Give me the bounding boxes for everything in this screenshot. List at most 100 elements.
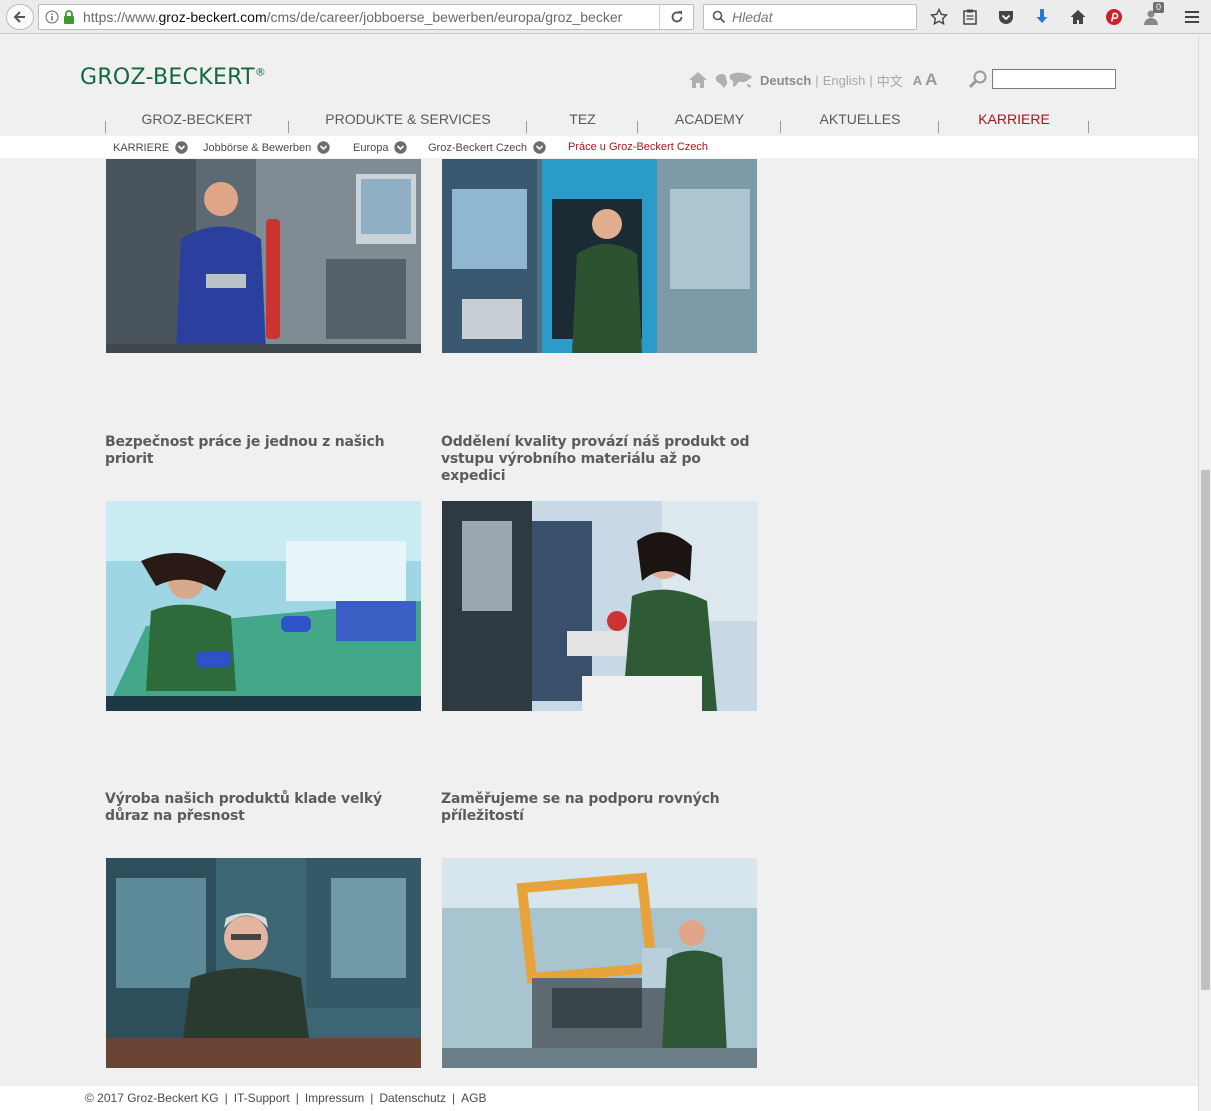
nav-item-aktuelles[interactable]: AKTUELLES bbox=[781, 111, 939, 133]
gallery-caption: Oddělení kvality provází náš produkt od … bbox=[441, 434, 750, 484]
nav-item-groz-beckert[interactable]: GROZ-BECKERT bbox=[105, 111, 289, 133]
gallery-photo-machinist[interactable] bbox=[106, 159, 421, 353]
breadcrumb-item-current[interactable]: Práce u Groz-Beckert Czech bbox=[568, 141, 708, 153]
breadcrumb-item-jobboerse[interactable]: Jobbörse & Bewerben bbox=[203, 141, 330, 154]
notification-badge: 0 bbox=[1152, 2, 1164, 13]
gallery-photo-quality[interactable] bbox=[442, 501, 757, 711]
breadcrumb-item-karriere[interactable]: KARRIERE bbox=[113, 141, 188, 154]
back-button[interactable] bbox=[6, 4, 34, 30]
scrollbar-thumb[interactable] bbox=[1201, 470, 1210, 990]
logo-text: GROZ-BECKERT bbox=[80, 65, 255, 90]
home-button[interactable] bbox=[1067, 6, 1089, 28]
page-footer: © 2017 Groz-Beckert KG | IT-Support | Impres… bbox=[0, 1086, 1198, 1111]
breadcrumb-item-europa[interactable]: Europa bbox=[353, 141, 408, 154]
page-scrollbar[interactable] bbox=[1198, 35, 1211, 1111]
nav-label: AKTUELLES bbox=[819, 111, 901, 127]
back-arrow-icon bbox=[13, 11, 25, 23]
footer-link-it-support[interactable]: IT-Support bbox=[234, 1091, 290, 1105]
browser-toolbar: https://www.groz-beckert.com/cms/de/care… bbox=[0, 0, 1211, 34]
font-larger-button[interactable]: A bbox=[925, 70, 937, 89]
browser-search-input[interactable]: Hledat bbox=[703, 4, 917, 30]
gallery-photo-operator[interactable] bbox=[442, 159, 757, 353]
footer-link-impressum[interactable]: Impressum bbox=[305, 1091, 364, 1105]
photo-image bbox=[442, 858, 757, 1068]
breadcrumb-label: Jobbörse & Bewerben bbox=[203, 141, 312, 154]
site-logo[interactable]: GROZ-BECKERT® bbox=[80, 65, 266, 90]
star-icon bbox=[930, 8, 948, 26]
chevron-down-icon[interactable] bbox=[317, 141, 330, 154]
url-text: https://www.groz-beckert.com/cms/de/care… bbox=[83, 9, 623, 25]
world-map-icon[interactable] bbox=[714, 71, 754, 89]
nav-divider bbox=[1088, 121, 1089, 133]
logo-registered-mark: ® bbox=[254, 65, 267, 79]
magnifier-icon[interactable] bbox=[968, 69, 988, 89]
pinterest-icon bbox=[1106, 9, 1122, 25]
nav-label: TEZ bbox=[569, 111, 596, 127]
reload-button[interactable] bbox=[659, 5, 693, 29]
footer-link-datenschutz[interactable]: Datenschutz bbox=[379, 1091, 446, 1105]
site-search bbox=[968, 69, 1116, 89]
download-arrow-icon bbox=[1036, 9, 1048, 23]
gallery-photo-equality[interactable] bbox=[442, 858, 757, 1068]
extension-button[interactable]: 0 bbox=[1140, 2, 1164, 28]
language-bar: Deutsch | English | 中文 AA bbox=[688, 70, 937, 90]
breadcrumb: KARRIERE Jobbörse & Bewerben Europa Groz… bbox=[0, 136, 1198, 158]
breadcrumb-label: Europa bbox=[353, 141, 389, 154]
search-icon bbox=[712, 10, 726, 24]
pocket-button[interactable] bbox=[995, 6, 1017, 28]
language-chinese[interactable]: 中文 bbox=[877, 71, 903, 90]
downloads-button[interactable] bbox=[1031, 6, 1053, 28]
language-english[interactable]: English bbox=[823, 73, 866, 88]
reading-list-button[interactable] bbox=[959, 6, 981, 28]
breadcrumb-item-groz-beckert-czech[interactable]: Groz-Beckert Czech bbox=[428, 141, 546, 154]
chevron-down-icon[interactable] bbox=[533, 141, 546, 154]
photo-image bbox=[442, 501, 757, 711]
lang-separator: | bbox=[869, 72, 873, 88]
hamburger-menu-icon bbox=[1185, 11, 1199, 23]
url-bar[interactable]: https://www.groz-beckert.com/cms/de/care… bbox=[38, 4, 694, 30]
home-icon bbox=[1070, 10, 1086, 24]
gallery-caption: Bezpečnost práce je jednou z našich prio… bbox=[105, 434, 385, 467]
web-page: GROZ-BECKERT® Deutsch | English | 中文 AA … bbox=[0, 35, 1198, 1111]
gallery-caption: Zaměřujeme se na podporu rovných příleži… bbox=[441, 791, 720, 824]
pocket-icon bbox=[999, 11, 1013, 24]
nav-label: KARRIERE bbox=[978, 111, 1050, 127]
nav-label: PRODUKTE & SERVICES bbox=[325, 111, 491, 127]
nav-item-tez[interactable]: TEZ bbox=[527, 111, 638, 133]
footer-link-agb[interactable]: AGB bbox=[461, 1091, 486, 1105]
nav-item-produkte-services[interactable]: PRODUKTE & SERVICES bbox=[289, 111, 527, 133]
home-icon[interactable] bbox=[688, 71, 708, 89]
font-smaller-button[interactable]: A bbox=[913, 73, 922, 88]
breadcrumb-label: Groz-Beckert Czech bbox=[428, 141, 528, 154]
reload-icon bbox=[671, 11, 682, 23]
font-size-controls: AA bbox=[913, 70, 938, 90]
breadcrumb-label: KARRIERE bbox=[113, 141, 170, 154]
gallery-photo-precision[interactable] bbox=[106, 858, 421, 1068]
language-deutsch[interactable]: Deutsch bbox=[760, 73, 811, 88]
photo-image bbox=[106, 501, 421, 711]
photo-image bbox=[442, 159, 757, 353]
menu-button[interactable] bbox=[1181, 6, 1203, 28]
bookmark-star-button[interactable] bbox=[928, 6, 950, 28]
lock-icon bbox=[64, 10, 74, 24]
search-placeholder: Hledat bbox=[732, 9, 773, 25]
gallery-photo-safety[interactable] bbox=[106, 501, 421, 711]
clipboard-icon bbox=[963, 9, 977, 25]
photo-image bbox=[106, 858, 421, 1068]
footer-separator: | bbox=[224, 1091, 228, 1105]
photo-image bbox=[106, 159, 421, 353]
chevron-down-icon[interactable] bbox=[175, 141, 188, 154]
breadcrumb-label: Práce u Groz-Beckert Czech bbox=[568, 141, 708, 153]
info-icon[interactable] bbox=[45, 10, 59, 24]
lang-separator: | bbox=[815, 72, 819, 88]
footer-copyright: © 2017 Groz-Beckert KG bbox=[85, 1091, 219, 1105]
chevron-down-icon[interactable] bbox=[394, 141, 408, 154]
pinterest-button[interactable] bbox=[1103, 6, 1125, 28]
footer-separator: | bbox=[295, 1091, 299, 1105]
site-search-input[interactable] bbox=[992, 69, 1116, 89]
footer-separator: | bbox=[452, 1091, 456, 1105]
nav-item-academy[interactable]: ACADEMY bbox=[638, 111, 781, 133]
nav-item-karriere[interactable]: KARRIERE bbox=[939, 111, 1089, 133]
nav-label: ACADEMY bbox=[674, 111, 745, 127]
nav-label: GROZ-BECKERT bbox=[141, 111, 253, 127]
